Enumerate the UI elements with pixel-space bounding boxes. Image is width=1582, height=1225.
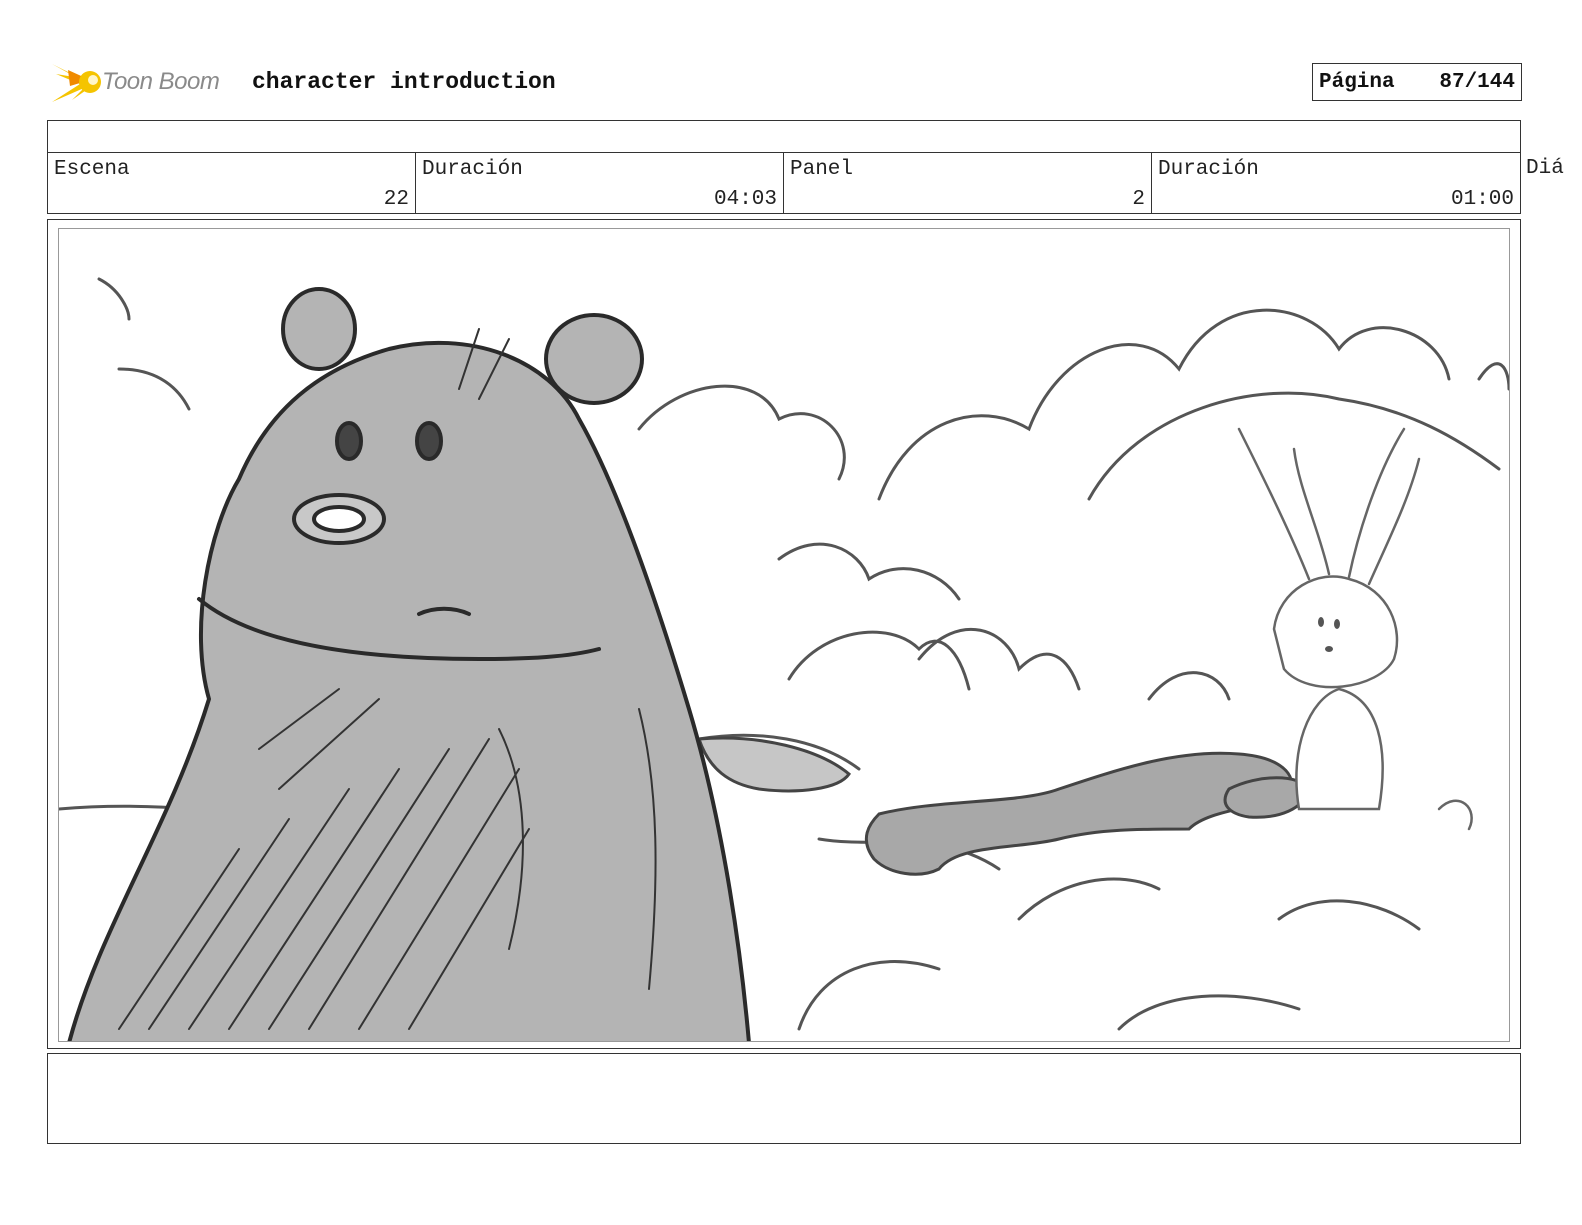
dialogue-label-truncated: Diá [1526, 157, 1564, 180]
starburst-icon [52, 64, 101, 102]
storyboard-sketch-icon [59, 277, 1509, 1041]
panel-cell: Panel 2 [784, 153, 1152, 213]
logo-text: Toon Boom [102, 68, 220, 95]
project-title: character introduction [252, 69, 556, 95]
page-indicator: Página 87/144 [1312, 63, 1522, 101]
panel-notes-box [47, 1053, 1521, 1144]
panel-value: 2 [1132, 188, 1145, 211]
panel-duration-label: Duración [1158, 158, 1259, 181]
panel-label: Panel [790, 158, 854, 181]
storyboard-panel [47, 219, 1521, 1049]
scene-duration-label: Duración [422, 158, 523, 181]
scene-duration-value: 04:03 [713, 188, 777, 211]
top-strip [47, 120, 1521, 152]
scene-info-row: Escena 22 Duración 04:03 Panel 2 Duració… [47, 152, 1521, 214]
page-number: 87/144 [1439, 70, 1515, 94]
scene-cell: Escena 22 [48, 153, 416, 213]
scene-value: 22 [383, 188, 409, 211]
panel-duration-cell: Duración 01:00 [1152, 153, 1520, 213]
page-label: Página [1319, 70, 1395, 94]
panel-duration-value: 01:00 [1450, 188, 1514, 211]
scene-label: Escena [54, 158, 130, 181]
page-header: Toon Boom character introduction Página … [50, 56, 1530, 108]
toon-boom-logo: Toon Boom [50, 56, 240, 108]
panel-drawing-area [58, 228, 1510, 1042]
scene-duration-cell: Duración 04:03 [416, 153, 784, 213]
